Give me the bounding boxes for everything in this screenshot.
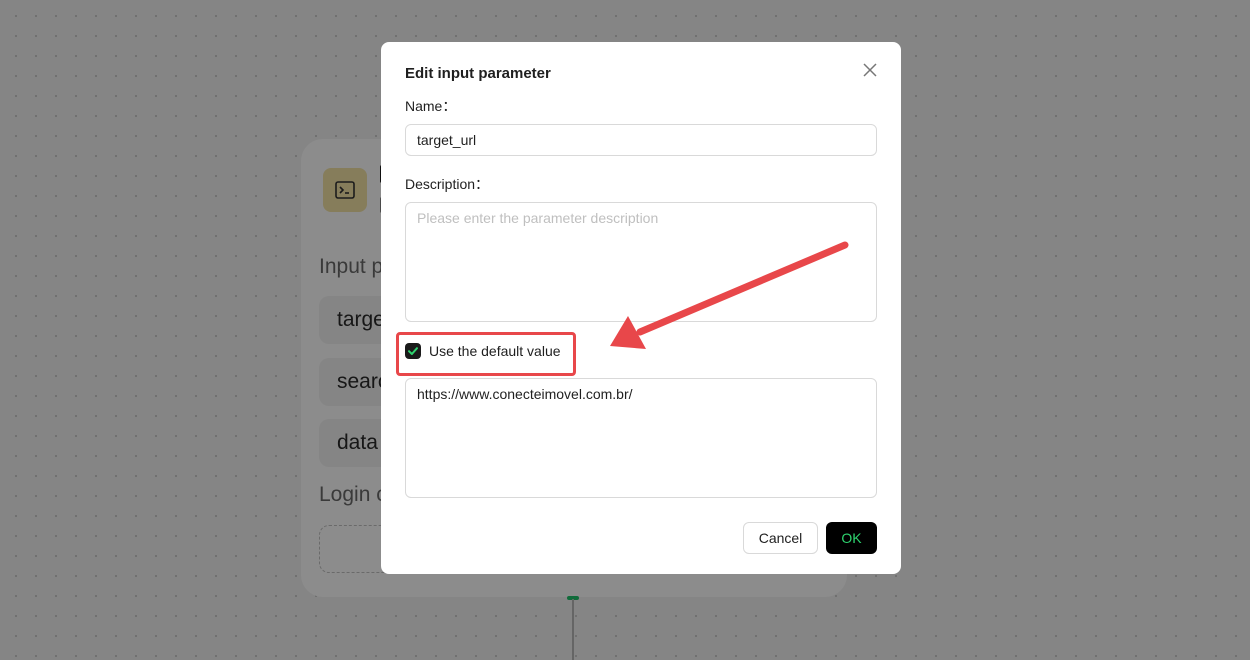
annotation-arrow-icon	[610, 241, 849, 349]
